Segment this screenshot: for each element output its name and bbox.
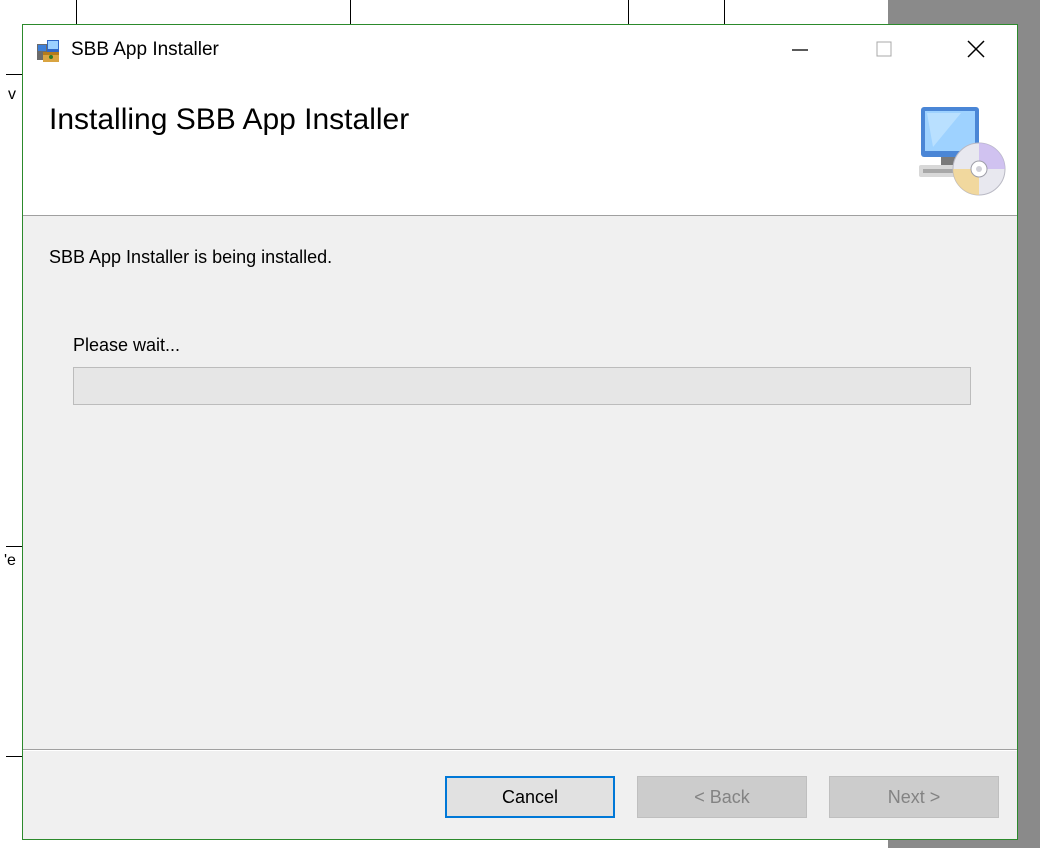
next-button[interactable]: Next >: [829, 776, 999, 818]
header-banner: Installing SBB App Installer: [23, 77, 1017, 216]
install-status-text: SBB App Installer is being installed.: [49, 247, 333, 267]
bg-text-fragment: 'e: [4, 552, 16, 569]
footer-divider: [23, 749, 1017, 751]
bg-grid-line: [6, 74, 22, 75]
maximize-icon: [874, 39, 894, 64]
window-title: SBB App Installer: [71, 39, 219, 60]
back-button[interactable]: < Back: [637, 776, 807, 818]
bg-grid-line: [350, 0, 351, 24]
please-wait-label: Please wait...: [73, 335, 181, 355]
bg-grid-line: [724, 0, 725, 24]
bg-text-fragment: v: [8, 86, 16, 103]
maximize-button[interactable]: [857, 25, 911, 77]
close-button[interactable]: [949, 25, 1003, 77]
bg-grid-line: [6, 546, 22, 547]
screen: v 'e SBB App Installer Installing SBB Ap…: [0, 0, 1040, 848]
title-bar[interactable]: SBB App Installer: [23, 25, 1017, 77]
computer-cd-icon: [913, 103, 1009, 199]
bg-grid-line: [76, 0, 77, 24]
bg-grid-line: [628, 0, 629, 24]
minimize-button[interactable]: [773, 25, 827, 77]
installer-app-icon: [35, 38, 61, 64]
cancel-button[interactable]: Cancel: [445, 776, 615, 818]
banner-title: Installing SBB App Installer: [49, 103, 410, 136]
close-icon: [965, 38, 987, 65]
minimize-icon: [790, 39, 810, 64]
installer-dialog: SBB App Installer Installing SBB App Ins…: [22, 24, 1018, 840]
bg-grid-line: [6, 756, 22, 757]
install-progress-bar: [73, 367, 971, 405]
